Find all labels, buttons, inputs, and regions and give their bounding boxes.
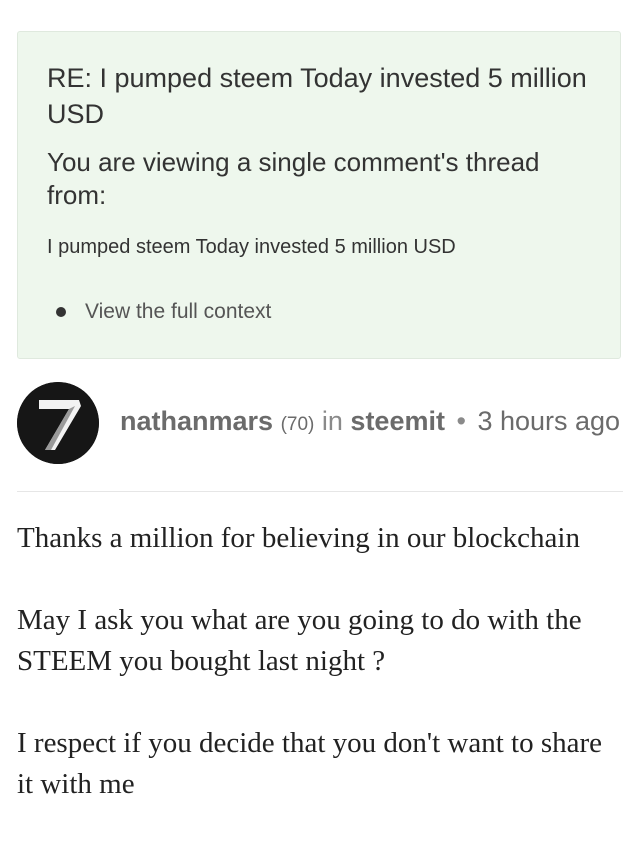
context-links: View the full context <box>47 298 592 326</box>
viewing-notice: You are viewing a single comment's threa… <box>47 147 540 210</box>
author-row: nathanmars (70) in steemit • 3 hours ago <box>17 382 623 464</box>
comment-paragraph: May I ask you what are you going to do w… <box>17 604 582 677</box>
parent-post-link[interactable]: I pumped steem Today invested 5 million … <box>47 234 592 260</box>
divider <box>17 491 623 492</box>
category-link[interactable]: steemit <box>350 406 445 436</box>
view-full-context-link[interactable]: View the full context <box>85 298 271 326</box>
timestamp-link[interactable]: 3 hours ago <box>477 406 620 436</box>
comment-paragraph: Thanks a million for believing in our bl… <box>17 522 580 554</box>
author-reputation: (70) <box>280 414 315 435</box>
comment-body: Thanks a million for believing in our bl… <box>17 518 623 846</box>
comment-title: RE: I pumped steem Today invested 5 mill… <box>47 63 587 129</box>
author-name-link[interactable]: nathanmars <box>120 406 273 436</box>
in-label: in <box>321 406 343 436</box>
comment-paragraph: I respect if you decide that you don't w… <box>17 727 603 800</box>
avatar[interactable] <box>17 382 99 464</box>
comment-context-box: RE: I pumped steem Today invested 5 mill… <box>17 31 621 359</box>
seven-logo-icon <box>17 382 99 464</box>
list-item: View the full context <box>47 298 592 326</box>
author-meta: nathanmars (70) in steemit • 3 hours ago <box>120 404 620 442</box>
bullet-icon <box>56 307 66 317</box>
separator-dot: • <box>456 406 466 436</box>
